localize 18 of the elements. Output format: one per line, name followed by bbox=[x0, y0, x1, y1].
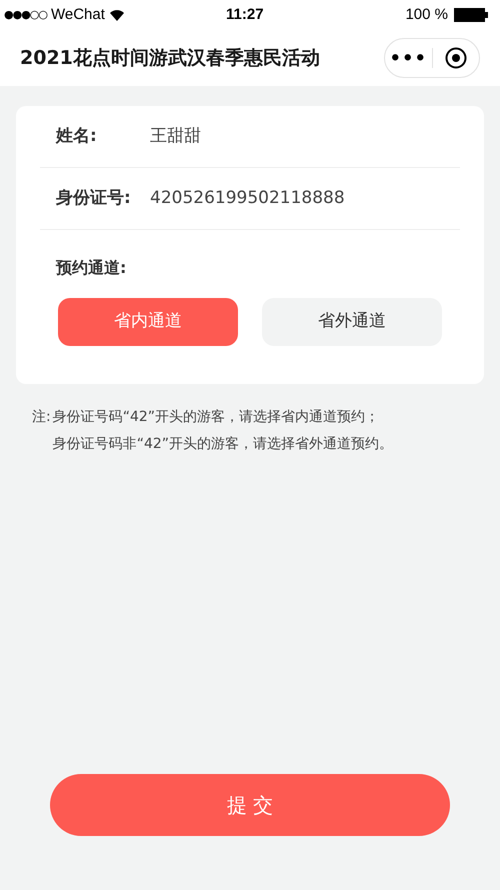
signal-dots: ●●●○○ bbox=[4, 6, 47, 23]
more-button[interactable]: ••• bbox=[385, 44, 432, 72]
field-label: 身份证号: bbox=[56, 186, 132, 210]
clock-time: 11:27 bbox=[226, 4, 264, 25]
channel-option[interactable]: 省外通道 bbox=[262, 298, 442, 346]
field-value: 420526199502118888 bbox=[150, 186, 345, 210]
battery-icon bbox=[454, 8, 488, 22]
wifi-icon bbox=[108, 9, 125, 21]
field-value: 王甜甜 bbox=[150, 124, 201, 148]
channel-label: 预约通道: bbox=[56, 258, 126, 277]
note-prefix: 注: bbox=[32, 408, 51, 427]
target-icon bbox=[444, 47, 467, 69]
note-text: 身份证号码“42”开头的游客，请选择省内通道预约； bbox=[52, 408, 380, 427]
battery-level: 100 % bbox=[405, 4, 448, 25]
page-title: 2021花点时间游武汉春季惠民活动 bbox=[20, 46, 320, 71]
field-label: 姓名: bbox=[56, 124, 98, 148]
carrier-name: WeChat bbox=[51, 4, 105, 25]
note-text: 身份证号码非“42”开头的游客，请选择省外通道预约。 bbox=[52, 435, 394, 454]
